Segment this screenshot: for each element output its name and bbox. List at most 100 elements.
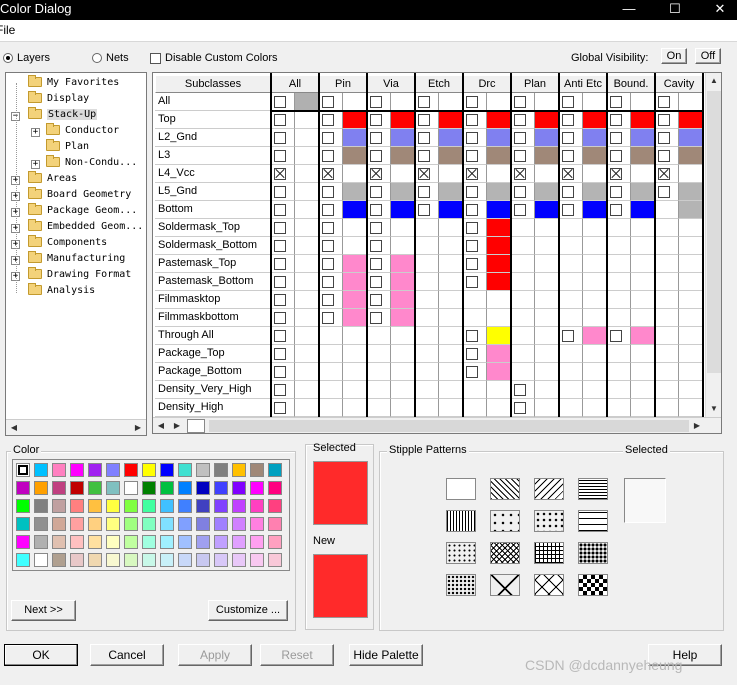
palette-swatch[interactable] [34, 499, 48, 513]
color-cell[interactable] [343, 93, 367, 111]
visibility-cell[interactable] [319, 291, 343, 309]
visibility-checkbox[interactable] [466, 330, 478, 342]
color-cell[interactable] [391, 309, 415, 327]
subclass-color-grid[interactable]: Subclasses All Pin Via Etch Drc Plan Anti Etc Bo… [152, 72, 722, 434]
visibility-cell[interactable] [655, 147, 679, 165]
visibility-checkbox[interactable] [322, 222, 334, 234]
color-cell[interactable] [631, 183, 655, 201]
color-cell[interactable] [391, 129, 415, 147]
visibility-cell[interactable] [271, 129, 295, 147]
stipple-pattern-swatch[interactable] [578, 542, 608, 564]
visibility-checkbox[interactable] [562, 168, 574, 180]
visibility-checkbox[interactable] [466, 204, 478, 216]
palette-swatch[interactable] [250, 481, 264, 495]
visibility-cell[interactable] [271, 93, 295, 111]
visibility-checkbox[interactable] [274, 240, 286, 252]
color-cell[interactable] [487, 345, 511, 363]
visibility-cell[interactable] [607, 111, 631, 129]
scroll-left-icon[interactable]: ◀ [6, 420, 22, 435]
stipple-pattern-swatch[interactable] [534, 574, 564, 596]
visibility-checkbox[interactable] [274, 348, 286, 360]
visibility-checkbox[interactable] [514, 150, 526, 162]
color-cell[interactable] [295, 93, 319, 111]
color-cell[interactable] [295, 237, 319, 255]
visibility-cell[interactable] [367, 129, 391, 147]
stipple-pattern-swatch[interactable] [446, 478, 476, 500]
color-cell[interactable] [487, 219, 511, 237]
disable-custom-colors-checkbox[interactable] [150, 52, 161, 64]
palette-swatch[interactable] [250, 553, 264, 567]
tree-item[interactable]: + Embedded Geom... [11, 219, 143, 237]
color-cell[interactable] [487, 93, 511, 111]
visibility-cell[interactable] [319, 255, 343, 273]
visibility-cell[interactable] [559, 183, 583, 201]
palette-swatch[interactable] [142, 481, 156, 495]
color-cell[interactable] [295, 111, 319, 129]
color-cell[interactable] [439, 183, 463, 201]
column-header[interactable]: All [271, 75, 319, 93]
tree-item[interactable]: + Conductor [31, 123, 119, 141]
stipple-pattern-swatch[interactable] [578, 510, 608, 532]
visibility-cell[interactable] [607, 183, 631, 201]
visibility-cell[interactable] [511, 93, 535, 111]
palette-swatch[interactable] [142, 517, 156, 531]
color-cell[interactable] [439, 165, 463, 183]
visibility-cell[interactable] [463, 201, 487, 219]
stipple-pattern-swatch[interactable] [534, 478, 564, 500]
color-cell[interactable] [487, 363, 511, 381]
color-cell[interactable] [391, 255, 415, 273]
visibility-cell[interactable] [367, 111, 391, 129]
visibility-checkbox[interactable] [562, 132, 574, 144]
visibility-checkbox[interactable] [418, 132, 430, 144]
visibility-checkbox[interactable] [610, 114, 622, 126]
palette-swatch[interactable] [178, 553, 192, 567]
nets-radio[interactable] [92, 53, 102, 64]
grid-scroll-far-right-icon[interactable]: ▶ [689, 418, 705, 433]
palette-swatch[interactable] [70, 481, 84, 495]
color-cell[interactable] [631, 165, 655, 183]
color-cell[interactable] [535, 111, 559, 129]
visibility-checkbox[interactable] [418, 186, 430, 198]
visibility-checkbox[interactable] [514, 384, 526, 396]
color-cell[interactable] [487, 327, 511, 345]
visibility-cell[interactable] [367, 237, 391, 255]
palette-swatch[interactable] [88, 463, 102, 477]
visibility-checkbox[interactable] [610, 132, 622, 144]
visibility-cell[interactable] [367, 147, 391, 165]
visibility-checkbox[interactable] [418, 96, 430, 108]
color-cell[interactable] [679, 201, 703, 219]
visibility-checkbox[interactable] [658, 132, 670, 144]
apply-button[interactable]: Apply [178, 644, 252, 666]
visibility-checkbox[interactable] [610, 330, 622, 342]
visibility-checkbox[interactable] [322, 150, 334, 162]
column-header[interactable]: Cavity [655, 75, 703, 93]
horizontal-scroll-thumb[interactable] [209, 420, 689, 432]
visibility-checkbox[interactable] [370, 186, 382, 198]
column-header[interactable]: Pin [319, 75, 367, 93]
color-cell[interactable] [487, 147, 511, 165]
color-cell[interactable] [487, 201, 511, 219]
visibility-checkbox[interactable] [370, 222, 382, 234]
color-cell[interactable] [679, 111, 703, 129]
color-cell[interactable] [535, 93, 559, 111]
visibility-cell[interactable] [367, 93, 391, 111]
tree-item[interactable]: + Drawing Format [11, 267, 131, 285]
visibility-cell[interactable] [511, 381, 535, 399]
visibility-cell[interactable] [463, 363, 487, 381]
palette-swatch[interactable] [124, 553, 138, 567]
color-cell[interactable] [295, 381, 319, 399]
color-cell[interactable] [343, 129, 367, 147]
expand-icon[interactable]: + [31, 160, 40, 169]
column-header[interactable]: Etch [415, 75, 463, 93]
visibility-checkbox[interactable] [514, 96, 526, 108]
palette-swatch[interactable] [70, 499, 84, 513]
visibility-cell[interactable] [415, 147, 439, 165]
visibility-cell[interactable] [271, 183, 295, 201]
visibility-cell[interactable] [271, 327, 295, 345]
color-cell[interactable] [631, 111, 655, 129]
layers-radio[interactable] [3, 53, 13, 64]
visibility-checkbox[interactable] [466, 132, 478, 144]
visibility-cell[interactable] [367, 255, 391, 273]
visibility-cell[interactable] [319, 183, 343, 201]
visibility-cell[interactable] [319, 111, 343, 129]
